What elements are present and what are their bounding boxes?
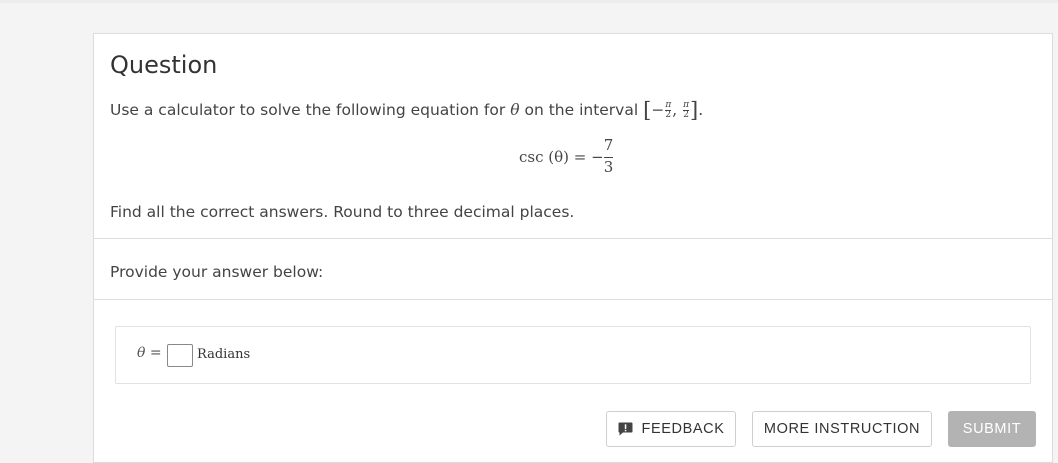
more-instruction-label: MORE INSTRUCTION — [763, 421, 921, 437]
prompt-text-before: Use a calculator to solve the following … — [110, 101, 506, 119]
question-prompt: Use a calculator to solve the following … — [110, 98, 703, 122]
interval-separator: , — [672, 101, 678, 119]
answer-prompt-label: Provide your answer below: — [110, 263, 324, 281]
submit-button[interactable]: SUBMIT — [948, 411, 1036, 447]
interval-upper-fraction: π2 — [683, 99, 690, 121]
feedback-button-label: FEEDBACK — [641, 421, 725, 437]
interval-close-bracket: ] — [690, 98, 699, 122]
equation-fraction: 73 — [603, 136, 614, 176]
section-divider-top — [94, 238, 1052, 239]
equation-lhs: csc (θ) = — [519, 147, 587, 166]
top-bar-line — [0, 0, 1058, 3]
interval-period: . — [698, 101, 704, 119]
theta-symbol: θ — [510, 101, 520, 119]
feedback-button[interactable]: FEEDBACK — [606, 411, 736, 447]
submit-button-label: SUBMIT — [962, 421, 1022, 437]
equation: csc (θ) = −7 3 — [519, 136, 614, 176]
answer-units-label: Radians — [197, 347, 251, 362]
more-instruction-button[interactable]: MORE INSTRUCTION — [752, 411, 932, 447]
answer-input[interactable] — [167, 344, 193, 367]
interval-lower-numerator: π — [665, 99, 672, 110]
feedback-speech-bubble-icon — [618, 422, 633, 436]
section-divider-bottom — [94, 299, 1052, 300]
question-card: Question Use a calculator to solve the f… — [93, 33, 1053, 463]
answer-variable-label: θ = — [137, 345, 162, 361]
interval-minus: − — [651, 101, 665, 119]
interval-expression: [− π 2, π 2]. — [643, 98, 704, 122]
prompt-text-after: on the interval — [524, 101, 639, 119]
instruction-text: Find all the correct answers. Round to t… — [110, 203, 575, 221]
interval-lower-fraction: π2 — [665, 99, 672, 121]
equation-denominator: 3 — [603, 156, 614, 176]
equation-numerator: 7 — [603, 136, 614, 154]
interval-upper-denominator: 2 — [683, 110, 690, 120]
answer-box: θ = Radians — [115, 326, 1031, 384]
answer-theta: θ — [137, 345, 146, 361]
equation-minus-sign: − — [591, 147, 604, 166]
question-heading: Question — [110, 51, 218, 79]
interval-upper-numerator: π — [683, 99, 690, 110]
interval-lower-denominator: 2 — [665, 110, 672, 120]
